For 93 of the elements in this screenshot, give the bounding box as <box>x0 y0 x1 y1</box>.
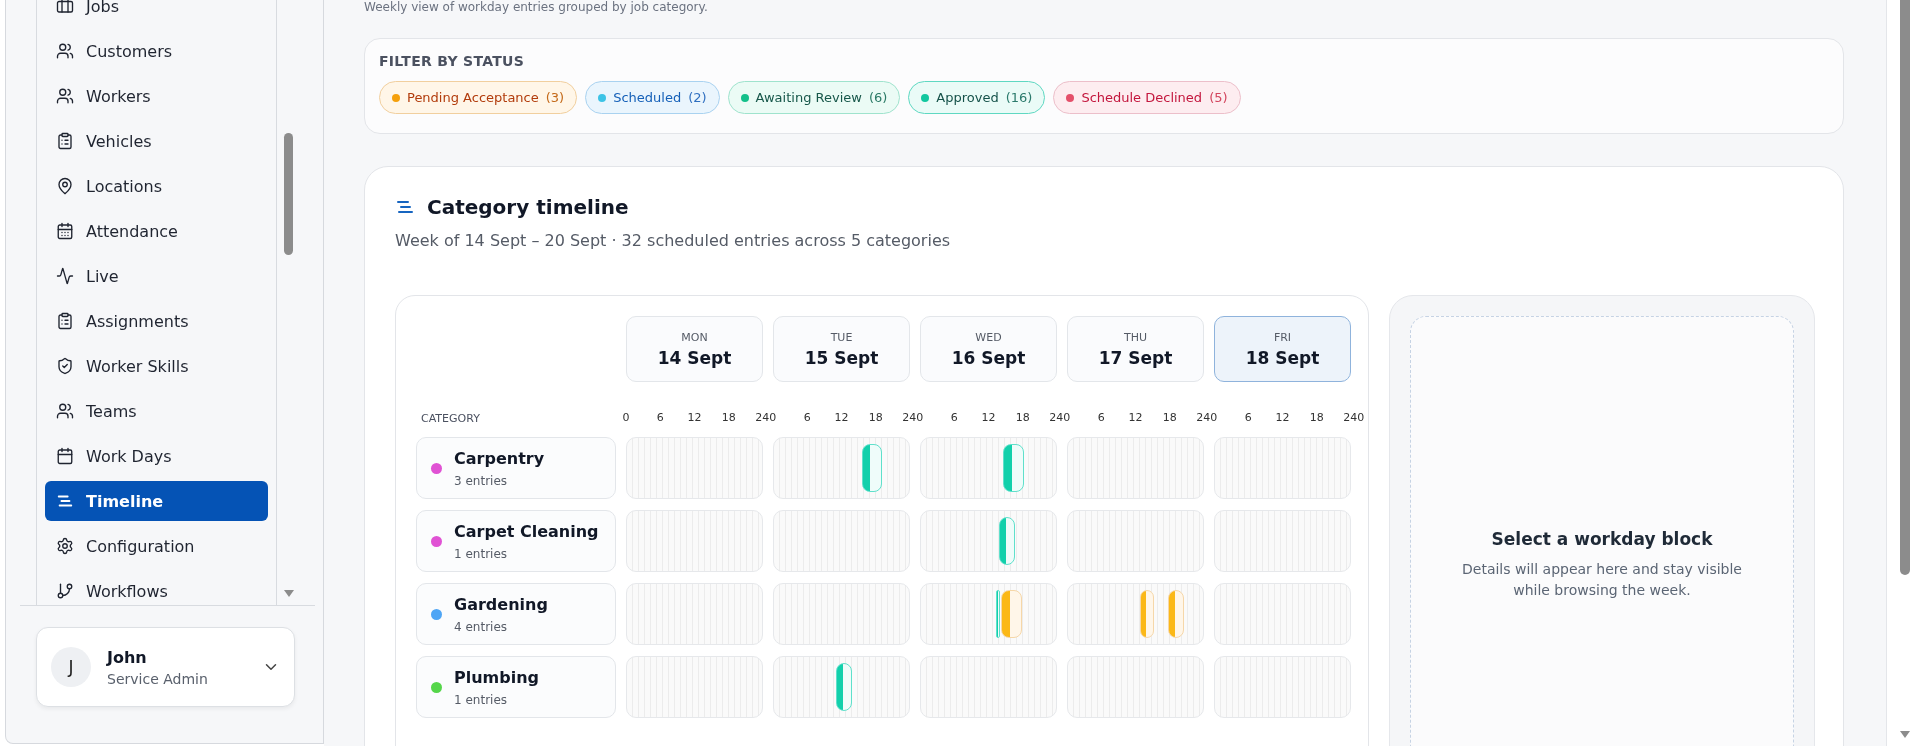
category-card[interactable]: Gardening 4 entries <box>416 583 616 645</box>
sidebar-item[interactable]: Attendance <box>45 211 268 251</box>
axis-tick: 12 <box>1275 411 1290 424</box>
branch-icon <box>56 582 74 600</box>
workday-block[interactable] <box>999 517 1016 565</box>
calendar-icon <box>56 447 74 465</box>
axis-tick: 240 <box>755 411 777 424</box>
scrollbar-thumb[interactable] <box>284 133 293 255</box>
map-pin-icon <box>56 177 74 195</box>
workday-block[interactable] <box>1003 444 1024 492</box>
user-name: John <box>107 647 148 667</box>
clipboard-icon <box>56 312 74 330</box>
day-header[interactable]: WED 16 Sept <box>920 316 1057 382</box>
entry-count: 1 entries <box>454 546 509 561</box>
calendar-icon <box>56 222 74 240</box>
shield-check-icon <box>56 357 74 375</box>
axis-tick: 240 <box>902 411 924 424</box>
axis-tick: 6 <box>1244 411 1252 424</box>
card-title: Category timeline <box>427 195 629 219</box>
status-filter-chip[interactable]: Pending Acceptance (3) <box>379 81 578 114</box>
axis-tick: 0 <box>622 411 630 424</box>
category-card[interactable]: Carpentry 3 entries <box>416 437 616 499</box>
category-name: Carpet Cleaning <box>454 521 599 541</box>
sidebar-item[interactable]: Workers <box>45 76 268 116</box>
workday-block[interactable] <box>995 590 1000 638</box>
sidebar-item[interactable]: Worker Skills <box>45 346 268 386</box>
sidebar-item[interactable]: Work Days <box>45 436 268 476</box>
sidebar-item[interactable]: Jobs <box>45 0 268 26</box>
pulse-icon <box>56 267 74 285</box>
axis-tick: 18 <box>868 411 883 424</box>
page-subtitle: Weekly view of workday entries grouped by job category. <box>364 0 709 16</box>
entry-count: 4 entries <box>454 619 509 634</box>
entry-count: 3 entries <box>454 473 509 488</box>
sidebar-item[interactable]: Live <box>45 256 268 296</box>
axis-tick: 6 <box>1097 411 1105 424</box>
category-card[interactable]: Carpet Cleaning 1 entries <box>416 510 616 572</box>
sidebar-item[interactable]: Teams <box>45 391 268 431</box>
workday-block[interactable] <box>836 663 853 711</box>
day-header[interactable]: TUE 15 Sept <box>773 316 910 382</box>
sidebar-item[interactable]: Workflows <box>45 571 268 611</box>
axis-tick: 6 <box>950 411 958 424</box>
scrollbar-thumb[interactable] <box>1900 0 1910 575</box>
axis-tick: 12 <box>1128 411 1143 424</box>
sidebar-item[interactable]: Assignments <box>45 301 268 341</box>
status-filter-chip[interactable]: Scheduled (2) <box>585 81 720 114</box>
briefcase-icon <box>56 0 74 15</box>
user-role: Service Admin <box>107 670 209 687</box>
status-filter-chip[interactable]: Schedule Declined (5) <box>1053 81 1241 114</box>
scroll-down-icon[interactable] <box>1900 731 1910 738</box>
workday-block[interactable] <box>861 444 882 492</box>
users-icon <box>56 42 74 60</box>
axis-tick: 18 <box>1015 411 1030 424</box>
user-menu[interactable]: J John Service Admin <box>36 627 295 707</box>
axis-tick: 18 <box>721 411 736 424</box>
workday-block[interactable] <box>1167 590 1185 638</box>
axis-tick: 12 <box>981 411 996 424</box>
workday-block[interactable] <box>1000 590 1023 638</box>
clipboard-icon <box>56 132 74 150</box>
category-name: Carpentry <box>454 448 545 468</box>
sidebar-item[interactable]: Timeline <box>45 481 268 521</box>
axis-tick: 18 <box>1309 411 1324 424</box>
sidebar-item[interactable]: Customers <box>45 31 268 71</box>
day-header[interactable]: MON 14 Sept <box>626 316 763 382</box>
axis-tick: 12 <box>834 411 849 424</box>
category-card[interactable]: Plumbing 1 entries <box>416 656 616 718</box>
workday-block[interactable] <box>1139 590 1155 638</box>
scroll-down-icon[interactable] <box>284 590 294 597</box>
category-name: Plumbing <box>454 667 540 687</box>
settings-icon <box>56 537 74 555</box>
axis-tick: 12 <box>687 411 702 424</box>
category-name: Gardening <box>454 594 548 614</box>
axis-tick: 6 <box>803 411 811 424</box>
axis-tick: 240 <box>1343 411 1365 424</box>
sidebar-item[interactable]: Configuration <box>45 526 268 566</box>
sidebar-item[interactable]: Vehicles <box>45 121 268 161</box>
card-subtitle: Week of 14 Sept – 20 Sept · 32 scheduled entries across 5 categories <box>395 231 952 250</box>
day-header[interactable]: FRI 18 Sept <box>1214 316 1351 382</box>
empty-state-title: Select a workday block <box>1491 529 1713 549</box>
day-header[interactable]: THU 17 Sept <box>1067 316 1204 382</box>
empty-state-text: Details will appear here and stay visible while browsing the week. <box>1461 560 1743 600</box>
axis-tick: 18 <box>1162 411 1177 424</box>
entry-count: 1 entries <box>454 692 509 707</box>
status-filter-chip[interactable]: Awaiting Review (6) <box>727 81 901 114</box>
axis-tick: 240 <box>1196 411 1218 424</box>
column-heading: CATEGORY <box>420 411 481 425</box>
axis-tick: 6 <box>656 411 664 424</box>
status-filter-chip[interactable]: Approved (16) <box>908 81 1046 114</box>
filter-title: FILTER BY STATUS <box>379 53 526 69</box>
sidebar-item[interactable]: Locations <box>45 166 268 206</box>
users-icon <box>56 87 74 105</box>
avatar: J <box>51 647 91 687</box>
axis-tick: 240 <box>1049 411 1071 424</box>
users-icon <box>56 402 74 420</box>
